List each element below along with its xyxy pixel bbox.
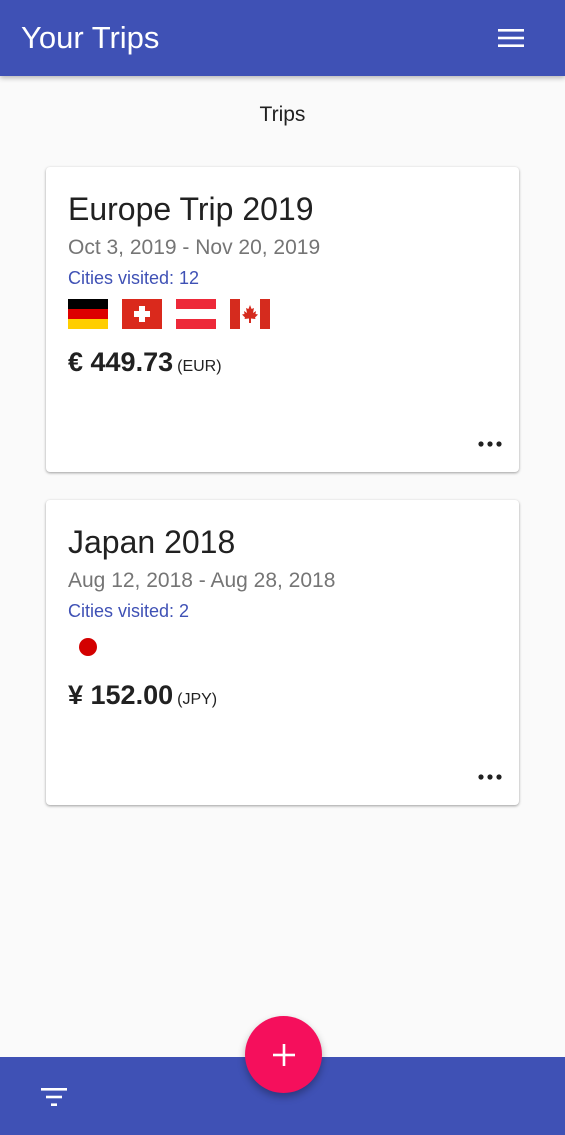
germany-flag-icon <box>68 299 108 329</box>
trip-name: Europe Trip 2019 <box>68 191 314 227</box>
trip-name: Japan 2018 <box>68 524 236 560</box>
japan-flag-icon <box>68 632 108 662</box>
switzerland-flag-icon <box>122 299 162 329</box>
trip-dates: Oct 3, 2019 - Nov 20, 2019 <box>68 236 321 259</box>
app-bar: Your Trips <box>0 0 565 76</box>
trip-currency: (EUR) <box>177 358 222 375</box>
more-horizontal-icon <box>478 441 502 447</box>
trip-cities-count: Cities visited: 2 <box>68 601 190 621</box>
trip-cities-count: Cities visited: 12 <box>68 268 200 288</box>
section-title: Trips <box>259 103 306 126</box>
trip-dates: Aug 12, 2018 - Aug 28, 2018 <box>68 569 336 592</box>
more-horizontal-icon <box>478 774 502 780</box>
menu-button[interactable] <box>490 20 532 56</box>
add-trip-button[interactable] <box>245 1016 322 1093</box>
hamburger-menu-icon <box>498 29 524 47</box>
filter-button[interactable] <box>38 1081 70 1113</box>
trip-card-europe[interactable]: Europe Trip 2019 Oct 3, 2019 - Nov 20, 2… <box>46 167 519 472</box>
canada-flag-icon <box>230 299 270 329</box>
austria-flag-icon <box>176 299 216 329</box>
trip-card-japan[interactable]: Japan 2018 Aug 12, 2018 - Aug 28, 2018 C… <box>46 500 519 805</box>
more-options-button[interactable] <box>475 765 505 789</box>
trip-amount-value: ¥ 152.00 <box>68 680 174 710</box>
add-icon <box>272 1043 295 1066</box>
app-title: Your Trips <box>21 20 160 55</box>
trip-amount-value: € 449.73 <box>68 347 174 377</box>
trip-amount: ¥ 152.00 (JPY) <box>68 678 217 717</box>
trip-amount: € 449.73 (EUR) <box>68 345 222 384</box>
filter-list-icon <box>41 1088 67 1106</box>
flag-list <box>68 299 284 329</box>
more-options-button[interactable] <box>475 432 505 456</box>
flag-list <box>68 632 122 662</box>
trip-currency: (JPY) <box>177 691 218 708</box>
